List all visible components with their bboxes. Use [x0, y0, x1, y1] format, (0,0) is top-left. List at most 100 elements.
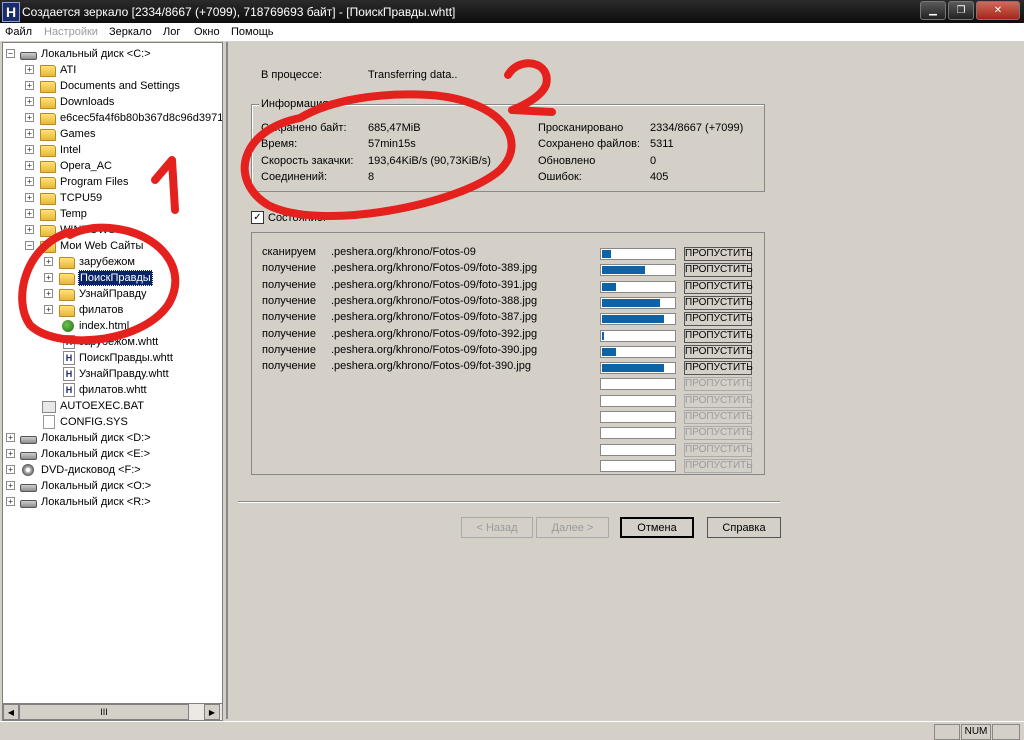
whtt-file-icon: H: [63, 383, 75, 397]
tree-item-temp[interactable]: + Temp: [3, 206, 218, 222]
scroll-right-icon[interactable]: ▶: [204, 704, 220, 720]
tree-item-filatov-whtt[interactable]: H филатов.whtt: [3, 382, 218, 398]
folder-icon: [40, 145, 56, 157]
expand-icon[interactable]: +: [6, 449, 15, 458]
skip-button[interactable]: ПРОПУСТИТЬ: [684, 393, 753, 408]
skip-button[interactable]: ПРОПУСТИТЬ: [684, 247, 753, 261]
expand-icon[interactable]: +: [25, 225, 34, 234]
transfer-progress-fill: [602, 364, 664, 373]
tree-item-ati[interactable]: + ATI: [3, 62, 218, 78]
skip-button[interactable]: ПРОПУСТИТЬ: [684, 458, 753, 473]
expand-icon[interactable]: +: [25, 177, 34, 186]
html-file-icon: [62, 320, 74, 332]
skip-button[interactable]: ПРОПУСТИТЬ: [684, 344, 753, 359]
expand-icon[interactable]: +: [44, 257, 53, 266]
tree-item-uznaipravdu[interactable]: + УзнайПравду: [3, 286, 218, 302]
expand-icon[interactable]: +: [44, 273, 53, 282]
menu-window[interactable]: Окно: [194, 26, 220, 38]
skip-button[interactable]: ПРОПУСТИТЬ: [684, 295, 753, 310]
skip-button[interactable]: ПРОПУСТИТЬ: [684, 312, 753, 327]
expand-icon[interactable]: +: [25, 97, 34, 106]
menu-settings[interactable]: Настройки: [44, 26, 98, 38]
scroll-thumb[interactable]: III: [19, 704, 189, 720]
tree-item-filatov[interactable]: + филатов: [3, 302, 218, 318]
tree-drive-r[interactable]: + Локальный диск <R:>: [3, 494, 218, 510]
tree-item-index-html[interactable]: index.html: [3, 318, 218, 334]
tree-label: DVD-дисковод <F:>: [41, 464, 141, 476]
restore-button[interactable]: ❐: [948, 1, 974, 20]
hard-drive-icon: [20, 436, 37, 444]
expand-icon[interactable]: +: [44, 305, 53, 314]
skip-button[interactable]: ПРОПУСТИТЬ: [684, 328, 753, 343]
tree-item-hash-folder[interactable]: + e6cec5fa4f6b80b367d8c96d3971: [3, 110, 222, 126]
tree-item-opera[interactable]: + Opera_AC: [3, 158, 218, 174]
menu-mirror[interactable]: Зеркало: [109, 26, 152, 38]
tree-drive-c[interactable]: − Локальный диск <C:>: [3, 46, 218, 62]
collapse-icon[interactable]: −: [25, 241, 34, 250]
transfer-row: ПРОПУСТИТЬ: [252, 409, 762, 425]
tree-drive-o[interactable]: + Локальный диск <O:>: [3, 478, 218, 494]
scroll-left-icon[interactable]: ◀: [3, 704, 19, 720]
expand-icon[interactable]: +: [44, 289, 53, 298]
skip-button[interactable]: ПРОПУСТИТЬ: [684, 263, 753, 278]
state-checkbox[interactable]: ✓: [251, 211, 264, 224]
expand-icon[interactable]: +: [6, 481, 15, 490]
transfer-action: получение: [262, 343, 316, 356]
collapse-icon[interactable]: −: [6, 49, 15, 58]
tree-drive-e[interactable]: + Локальный диск <E:>: [3, 446, 218, 462]
tree-label: AUTOEXEC.BAT: [60, 400, 144, 412]
transfer-progress-bar: [600, 459, 676, 472]
menu-help[interactable]: Помощь: [231, 26, 274, 38]
skip-button[interactable]: ПРОПУСТИТЬ: [684, 361, 753, 376]
tree-item-games[interactable]: + Games: [3, 126, 218, 142]
transfer-progress-fill: [602, 266, 645, 275]
expand-icon[interactable]: +: [25, 145, 34, 154]
expand-icon[interactable]: +: [25, 209, 34, 218]
tree-item-poiskpravdy[interactable]: + ПоискПравды: [3, 270, 218, 286]
tree-label: index.html: [79, 320, 130, 332]
help-button[interactable]: Справка: [707, 517, 781, 538]
tree-item-my-websites[interactable]: − Мои Web Сайты: [3, 238, 218, 254]
tree-item-uznaipravdu-whtt[interactable]: H УзнайПравду.whtt: [3, 366, 218, 382]
tree-item-zarubezhom-whtt[interactable]: H зарубежом.whtt: [3, 334, 218, 350]
expand-icon[interactable]: +: [6, 433, 15, 442]
tree-label: Intel: [60, 144, 81, 156]
skip-button[interactable]: ПРОПУСТИТЬ: [684, 410, 753, 424]
next-button[interactable]: Далее >: [536, 517, 609, 538]
skip-button[interactable]: ПРОПУСТИТЬ: [684, 377, 753, 392]
menu-file[interactable]: Файл: [5, 26, 32, 38]
tree-item-program-files[interactable]: + Program Files: [3, 174, 218, 190]
tree-item-config-sys[interactable]: CONFIG.SYS: [3, 414, 218, 430]
tree-item-poiskpravdy-whtt[interactable]: H ПоискПравды.whtt: [3, 350, 218, 366]
tree-item-downloads[interactable]: + Downloads: [3, 94, 218, 110]
close-button[interactable]: ✕: [976, 1, 1020, 20]
menu-log[interactable]: Лог: [163, 26, 180, 38]
transfer-row: ПРОПУСТИТЬ: [252, 425, 762, 441]
skip-button[interactable]: ПРОПУСТИТЬ: [684, 442, 753, 457]
expand-icon[interactable]: +: [25, 193, 34, 202]
scanned-label: Просканировано: [538, 122, 624, 134]
expand-icon[interactable]: +: [25, 129, 34, 138]
back-button[interactable]: < Назад: [461, 517, 533, 538]
expand-icon[interactable]: +: [6, 497, 15, 506]
tree-item-intel[interactable]: + Intel: [3, 142, 218, 158]
tree-drive-f[interactable]: + DVD-дисковод <F:>: [3, 462, 218, 478]
minimize-button[interactable]: ▁: [920, 1, 946, 20]
expand-icon[interactable]: +: [6, 465, 15, 474]
tree-horizontal-scrollbar[interactable]: ◀ III ▶: [2, 703, 223, 721]
tree-drive-d[interactable]: + Локальный диск <D:>: [3, 430, 218, 446]
transfer-row: получение .peshera.org/khrono/Fotos-09/fo…: [252, 262, 762, 278]
tree-item-documents[interactable]: + Documents and Settings: [3, 78, 218, 94]
time-label: Время:: [261, 138, 298, 150]
expand-icon[interactable]: +: [25, 113, 34, 122]
expand-icon[interactable]: +: [25, 65, 34, 74]
tree-item-tcpu59[interactable]: + TCPU59: [3, 190, 218, 206]
cancel-button[interactable]: Отмена: [620, 517, 694, 538]
expand-icon[interactable]: +: [25, 161, 34, 170]
tree-item-zarubezhom[interactable]: + зарубежом: [3, 254, 218, 270]
tree-item-autoexec[interactable]: AUTOEXEC.BAT: [3, 398, 218, 414]
skip-button[interactable]: ПРОПУСТИТЬ: [684, 426, 753, 441]
tree-item-windows[interactable]: + WINDOWS: [3, 222, 218, 238]
skip-button[interactable]: ПРОПУСТИТЬ: [684, 279, 753, 294]
expand-icon[interactable]: +: [25, 81, 34, 90]
